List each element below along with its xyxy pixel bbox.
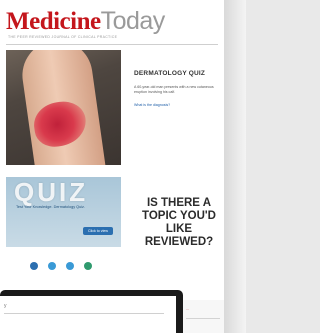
quiz-banner[interactable]: QUIZ Test Your Knowledge. Dermatology Qu…	[6, 177, 121, 247]
twitter-icon[interactable]	[48, 262, 56, 270]
quiz-description: A 60-year-old man presents with a new cu…	[134, 85, 214, 94]
laptop-screen-line	[4, 313, 164, 314]
banner-button[interactable]: Click to view	[83, 227, 113, 235]
banner-word: QUIZ	[14, 177, 89, 207]
linkedin-icon[interactable]	[66, 262, 74, 270]
banner-text: Test Your Knowledge. Dermatology Quiz.	[16, 205, 86, 209]
logo-bold-text: Medicine	[6, 8, 101, 35]
laptop-side-text: ...	[186, 307, 189, 311]
tagline: THE PEER REVIEWED JOURNAL OF CLINICAL PR…	[8, 35, 118, 39]
quiz-link[interactable]: What is the diagnosis?	[134, 103, 170, 107]
facebook-icon[interactable]	[30, 262, 38, 270]
medicine-today-logo[interactable]: MedicineToday	[6, 8, 165, 35]
topic-cta[interactable]: IS THERE A TOPIC YOU'D LIKE REVIEWED?	[138, 197, 220, 249]
social-icons	[30, 262, 92, 270]
page-edge-shadow	[224, 0, 246, 333]
laptop-side-panel	[183, 300, 224, 333]
quiz-title: DERMATOLOGY QUIZ	[134, 70, 206, 77]
header-divider	[6, 44, 218, 45]
laptop-side-line	[186, 318, 220, 319]
newsletter-page: MedicineToday THE PEER REVIEWED JOURNAL …	[0, 0, 224, 333]
laptop-screen	[0, 296, 176, 333]
email-icon[interactable]	[84, 262, 92, 270]
quiz-photo[interactable]	[6, 50, 121, 165]
logo-light-text: Today	[100, 7, 166, 35]
laptop-screen-text: y	[4, 303, 7, 309]
